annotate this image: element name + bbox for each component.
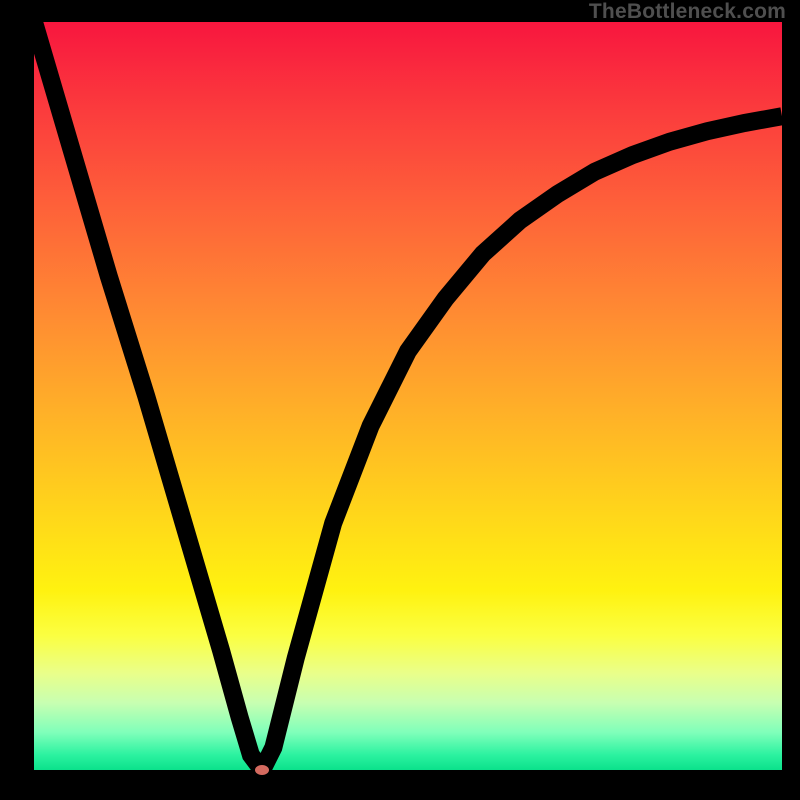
curve-svg [34,22,782,770]
plot-area [34,22,782,770]
chart-stage: TheBottleneck.com [0,0,800,800]
watermark-text: TheBottleneck.com [589,0,786,24]
bottleneck-curve [34,22,782,770]
optimal-point-marker [255,765,269,775]
